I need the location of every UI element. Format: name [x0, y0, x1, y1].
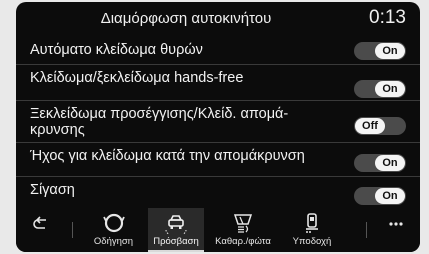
setting-label-line2: κρυνσης	[30, 122, 85, 138]
toggle-state: On	[375, 155, 405, 171]
tab-label: Πρόσβαση	[153, 236, 199, 247]
tab-wipers-lights[interactable]: Καθαρ./φώτα	[210, 208, 276, 252]
tab-label: Καθαρ./φώτα	[215, 236, 271, 247]
tab-label: Οδήγηση	[93, 236, 134, 247]
tab-access[interactable]: Πρόσβαση	[148, 208, 204, 252]
tab-driving[interactable]: Οδήγηση	[86, 208, 141, 252]
toggle-state: On	[375, 43, 405, 59]
setting-label-line1: Ξεκλείδωμα προσέγγισης/Κλείδ. απομά-	[30, 106, 289, 122]
setting-row-approach-unlock[interactable]: Ξεκλείδωμα προσέγγισης/Κλείδ. απομά- κρυ…	[16, 101, 420, 143]
drive-mode-icon	[102, 213, 125, 233]
hands-free-toggle[interactable]: On	[354, 80, 406, 98]
auto-lock-toggle[interactable]: On	[354, 42, 406, 60]
active-tab-indicator	[148, 250, 204, 252]
approach-unlock-toggle[interactable]: Off	[354, 117, 406, 135]
tab-welcome[interactable]: Υποδοχή	[282, 208, 342, 252]
setting-row-mute[interactable]: Σίγαση On	[16, 177, 420, 207]
mute-toggle[interactable]: On	[354, 187, 406, 205]
car-access-icon	[165, 215, 187, 234]
settings-screen: Διαμόρφωση αυτοκινήτου 0:13 Αυτόματο κλε…	[16, 2, 420, 252]
walkaway-sound-toggle[interactable]: On	[354, 154, 406, 172]
setting-row-auto-lock[interactable]: Αυτόματο κλείδωμα θυρών On	[16, 36, 420, 65]
setting-row-hands-free[interactable]: Κλείδωμα/ξεκλείδωμα hands-free On	[16, 65, 420, 101]
nav-divider	[366, 222, 367, 238]
setting-label: Κλείδωμα/ξεκλείδωμα hands-free	[30, 70, 244, 86]
back-button[interactable]	[28, 208, 56, 252]
setting-label: Ξεκλείδωμα προσέγγισης/Κλείδ. απομά- κρυ…	[30, 106, 288, 138]
header-bar: Διαμόρφωση αυτοκινήτου 0:13	[16, 2, 420, 36]
more-button[interactable]	[382, 208, 410, 252]
setting-label: Σίγαση	[30, 182, 75, 198]
wiper-lights-icon	[233, 214, 253, 233]
toggle-state: On	[375, 81, 405, 97]
more-dots-icon	[389, 222, 403, 226]
setting-row-walkaway-sound[interactable]: Ήχος για κλείδωμα κατά την απομάκρυνση O…	[16, 143, 420, 177]
clock: 0:13	[369, 7, 406, 28]
setting-label: Ήχος για κλείδωμα κατά την απομάκρυνση	[30, 148, 305, 164]
bottom-nav: Οδήγηση Πρόσβαση Καθαρ./φώτα Υποδοχή	[16, 208, 420, 252]
toggle-state: On	[375, 188, 405, 204]
nav-divider	[72, 222, 73, 238]
welcome-seat-icon	[306, 213, 318, 233]
page-title: Διαμόρφωση αυτοκινήτου	[100, 10, 272, 27]
setting-label: Αυτόματο κλείδωμα θυρών	[30, 42, 203, 58]
toggle-state: Off	[355, 118, 385, 134]
back-arrow-icon	[33, 216, 46, 229]
tab-label: Υποδοχή	[292, 236, 332, 247]
